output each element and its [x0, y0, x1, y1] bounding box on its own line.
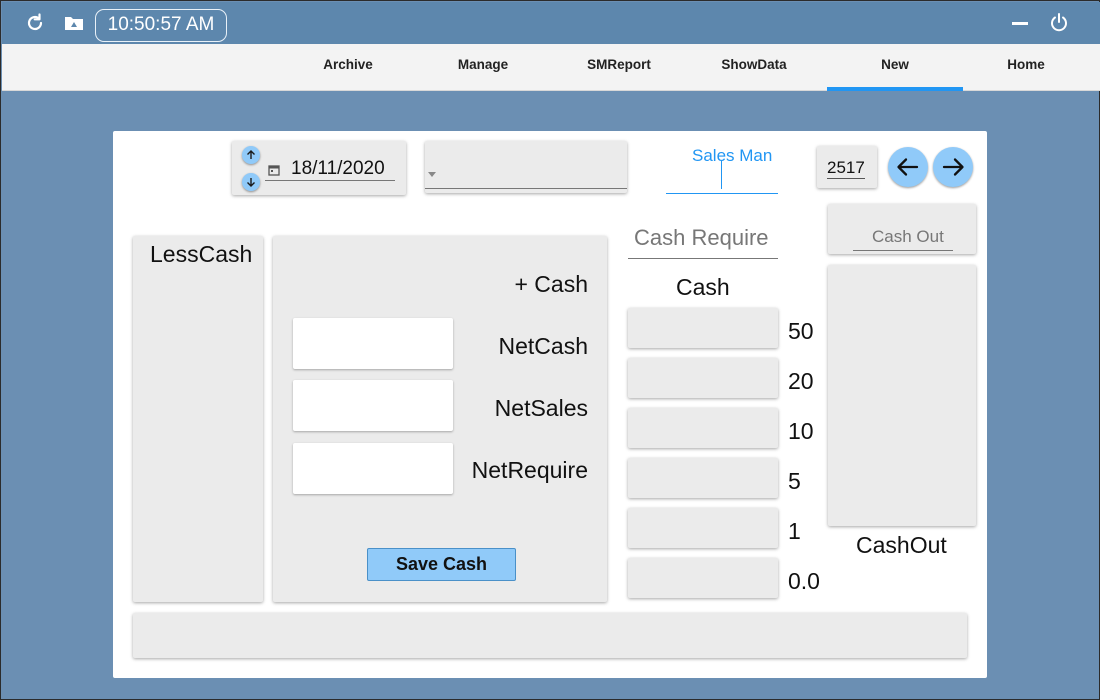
cash-require-placeholder: Cash Require — [634, 225, 769, 250]
cash-1-input[interactable] — [628, 508, 778, 548]
salesman-field[interactable]: Sales Man — [666, 141, 778, 194]
text-cursor — [721, 161, 722, 189]
tab-archive[interactable]: Archive — [280, 44, 416, 91]
netcash-input[interactable] — [293, 318, 453, 369]
minimize-icon[interactable] — [1009, 12, 1031, 34]
arrow-right-icon — [942, 158, 964, 176]
save-cash-button[interactable]: Save Cash — [367, 548, 516, 581]
netsales-label: NetSales — [494, 395, 588, 421]
cash-50-input[interactable] — [628, 308, 778, 348]
tab-manage[interactable]: Manage — [415, 44, 551, 91]
cash-20-input[interactable] — [628, 358, 778, 398]
netrequire-input[interactable] — [293, 443, 453, 494]
next-button[interactable] — [933, 147, 973, 187]
netrequire-label: NetRequire — [471, 457, 588, 483]
netcash-label: NetCash — [498, 333, 588, 359]
cash-5-input[interactable] — [628, 458, 778, 498]
date-up-button[interactable] — [242, 146, 260, 164]
cash-require-field[interactable]: Cash Require — [628, 219, 778, 259]
power-icon[interactable] — [1048, 12, 1070, 34]
cash-out-field[interactable]: Cash Out — [853, 224, 953, 251]
cashout-list — [828, 265, 976, 526]
nav-bar: Archive Manage SMReport ShowData New Hom… — [2, 44, 1100, 91]
main-card: 18/11/2020 Sales Man 2517 LessCash + Cas… — [113, 131, 987, 678]
cash-out-input-panel[interactable]: Cash Out — [828, 204, 976, 254]
denomination-20: 20 — [788, 368, 814, 394]
caret-down-icon — [428, 164, 436, 182]
cash-out-placeholder: Cash Out — [872, 227, 944, 246]
clock-display: 10:50:57 AM — [95, 9, 227, 42]
denomination-10: 10 — [788, 418, 814, 444]
folder-icon[interactable] — [63, 12, 85, 34]
date-picker[interactable]: 18/11/2020 — [232, 141, 406, 195]
tab-home[interactable]: Home — [958, 44, 1094, 91]
cashout-label: CashOut — [856, 532, 947, 558]
previous-button[interactable] — [888, 147, 928, 187]
dropdown-combobox[interactable] — [425, 141, 627, 193]
bottom-status-bar — [133, 613, 967, 658]
lesscash-label: LessCash — [150, 241, 253, 267]
record-number-box: 2517 — [817, 146, 877, 188]
arrow-down-icon — [247, 178, 255, 187]
netsales-input[interactable] — [293, 380, 453, 431]
salesman-label: Sales Man — [692, 146, 773, 165]
arrow-left-icon — [897, 158, 919, 176]
cash-coins-input[interactable] — [628, 558, 778, 598]
app-window: 10:50:57 AM Archive Manage SMReport Show… — [0, 0, 1100, 700]
tab-smreport[interactable]: SMReport — [551, 44, 687, 91]
date-field[interactable]: 18/11/2020 — [265, 156, 395, 181]
date-down-button[interactable] — [242, 173, 260, 191]
date-value: 18/11/2020 — [291, 158, 385, 179]
denomination-1: 1 — [788, 518, 801, 544]
refresh-icon[interactable] — [24, 12, 46, 34]
net-panel: + Cash NetCash NetSales NetRequire Save … — [273, 236, 607, 602]
tab-new[interactable]: New — [827, 44, 963, 91]
denomination-5: 5 — [788, 468, 801, 494]
tab-showdata[interactable]: ShowData — [686, 44, 822, 91]
arrow-up-icon — [247, 150, 255, 159]
denomination-coins: 0.0 — [788, 568, 820, 594]
dropdown-underline — [425, 188, 627, 189]
denomination-50: 50 — [788, 318, 814, 344]
lesscash-panel: LessCash — [133, 236, 263, 602]
cash-header: Cash — [676, 274, 730, 300]
plus-cash-label: + Cash — [514, 271, 588, 297]
record-number: 2517 — [827, 158, 865, 179]
title-bar: 10:50:57 AM — [2, 2, 1100, 44]
cash-10-input[interactable] — [628, 408, 778, 448]
